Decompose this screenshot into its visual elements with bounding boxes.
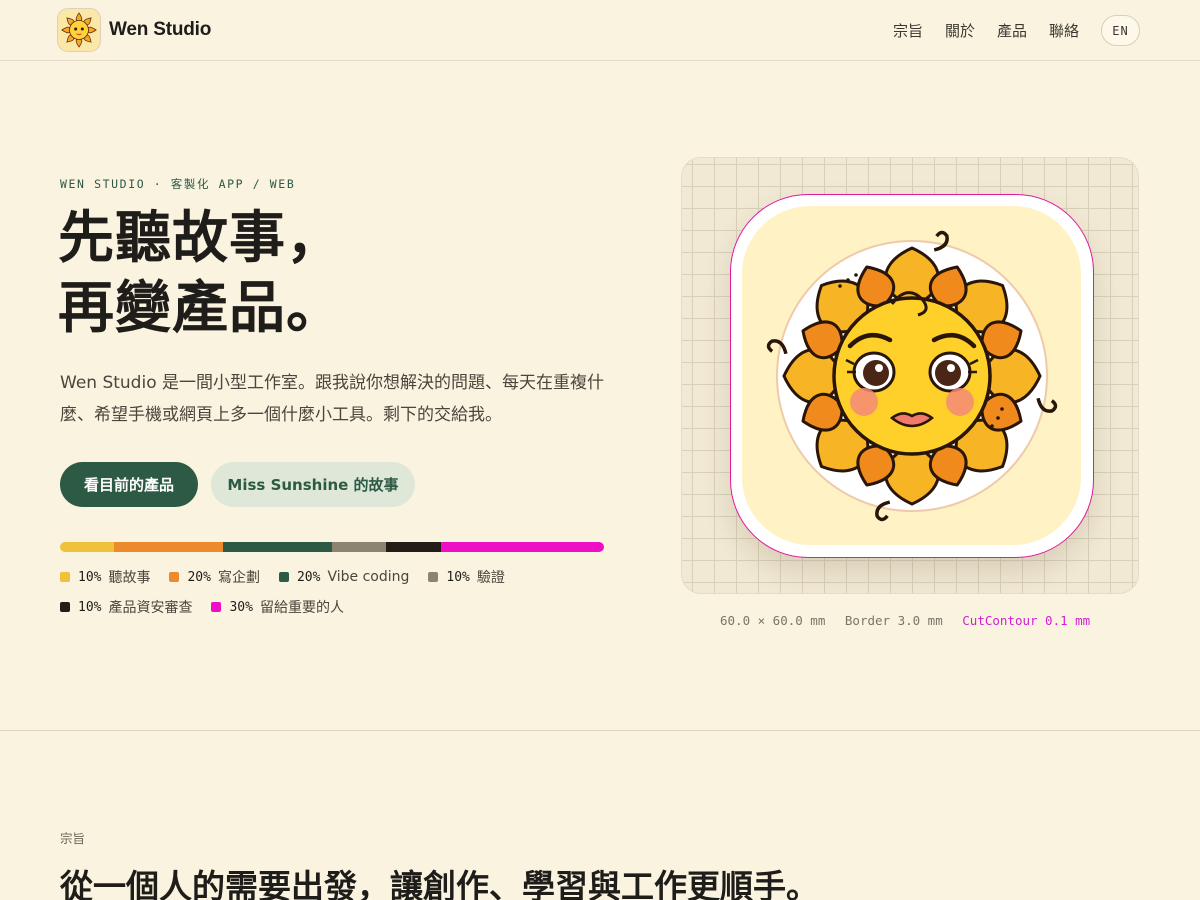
brand-name: Wen Studio [109, 19, 212, 40]
legend-row: 10% 聽故事 20% 寫企劃 20% Vibe coding 10% 驗證 [60, 566, 620, 588]
nav-item-products[interactable]: 產品 [997, 16, 1027, 46]
legend-row: 10% 產品資安審查 30% 留給重要的人 [60, 596, 620, 618]
legend-percent: 20% [296, 569, 321, 585]
sticker-cut-outline [730, 194, 1094, 558]
legend-label: 寫企劃 [217, 570, 260, 586]
spec-cutcontour: CutContour 0.1 mm [962, 613, 1091, 628]
sun-logo-icon [57, 8, 101, 52]
legend-label: 聽故事 [108, 570, 151, 586]
bar-segment [114, 542, 224, 552]
legend-label: 產品資安審查 [108, 600, 193, 616]
legend-percent: 10% [78, 599, 102, 615]
site-header: Wen Studio 宗旨 關於 產品 聯絡 EN [0, 0, 1200, 61]
nav-item-contact[interactable]: 聯絡 [1049, 16, 1079, 46]
legend-label: Vibe coding [327, 569, 410, 585]
section-divider [0, 730, 1200, 731]
nav-item-about[interactable]: 關於 [945, 16, 975, 46]
legend-label: 驗證 [476, 570, 505, 586]
headline-line-2: 再變產品。 [58, 276, 343, 341]
headline-line-1: 先聽故事， [58, 206, 343, 271]
main-nav: 宗旨 關於 產品 聯絡 EN [893, 15, 1140, 46]
bar-segment [440, 542, 604, 552]
brand-home-link[interactable]: Wen Studio [57, 8, 211, 52]
spec-border: Border 3.0 mm [844, 613, 943, 628]
legend-percent: 30% [229, 599, 253, 615]
bar-segment [386, 542, 441, 552]
legend-percent: 10% [78, 569, 102, 585]
mission-eyebrow: 宗旨 [60, 831, 86, 846]
spec-size: 60.0 × 60.0 mm [720, 613, 826, 628]
legend-item: 10% 產品資安審查 [60, 597, 192, 617]
legend-percent: 20% [187, 569, 211, 585]
legend-item: 20% Vibe coding [278, 569, 410, 585]
sticker-specs: 60.0 × 60.0 mm Border 3.0 mm CutContour … [720, 613, 1102, 628]
bar-segment [60, 542, 115, 552]
bar-segment [223, 542, 332, 552]
view-products-button[interactable]: 看目前的產品 [60, 462, 198, 507]
sticker-preview-frame [681, 157, 1139, 594]
mission-title: 從一個人的需要出發，讓創作、學習與工作更順手。 [60, 867, 819, 900]
time-breakdown-bar [60, 542, 604, 552]
legend-swatch [60, 572, 70, 582]
legend-swatch [428, 572, 439, 582]
hero-eyebrow: WEN STUDIO · 客製化 APP / WEB [60, 177, 296, 191]
hero-intro: Wen Studio 是一間小型工作室。跟我說你想解決的問題、每天在重複什麼、希… [60, 373, 604, 425]
bar-segment [331, 542, 387, 552]
legend-swatch [211, 602, 222, 612]
legend-item: 10% 聽故事 [60, 567, 150, 587]
legend-swatch [60, 602, 70, 612]
legend-item: 30% 留給重要的人 [211, 597, 344, 617]
legend-swatch [278, 572, 289, 582]
legend-percent: 10% [446, 569, 470, 585]
legend-label: 留給重要的人 [259, 600, 344, 616]
legend-item: 10% 驗證 [428, 567, 505, 587]
miss-sunshine-story-button[interactable]: Miss Sunshine 的故事 [211, 462, 415, 507]
legend-item: 20% 寫企劃 [169, 567, 260, 587]
legend-swatch [169, 572, 180, 582]
time-breakdown-legend: 10% 聽故事 20% 寫企劃 20% Vibe coding 10% 驗證 1… [60, 566, 620, 626]
nav-item-mission[interactable]: 宗旨 [893, 16, 923, 46]
miss-sunshine-sticker-image [742, 206, 1081, 545]
language-toggle-button[interactable]: EN [1101, 15, 1140, 46]
hero-headline: 先聽故事， 再變產品。 [58, 204, 343, 344]
